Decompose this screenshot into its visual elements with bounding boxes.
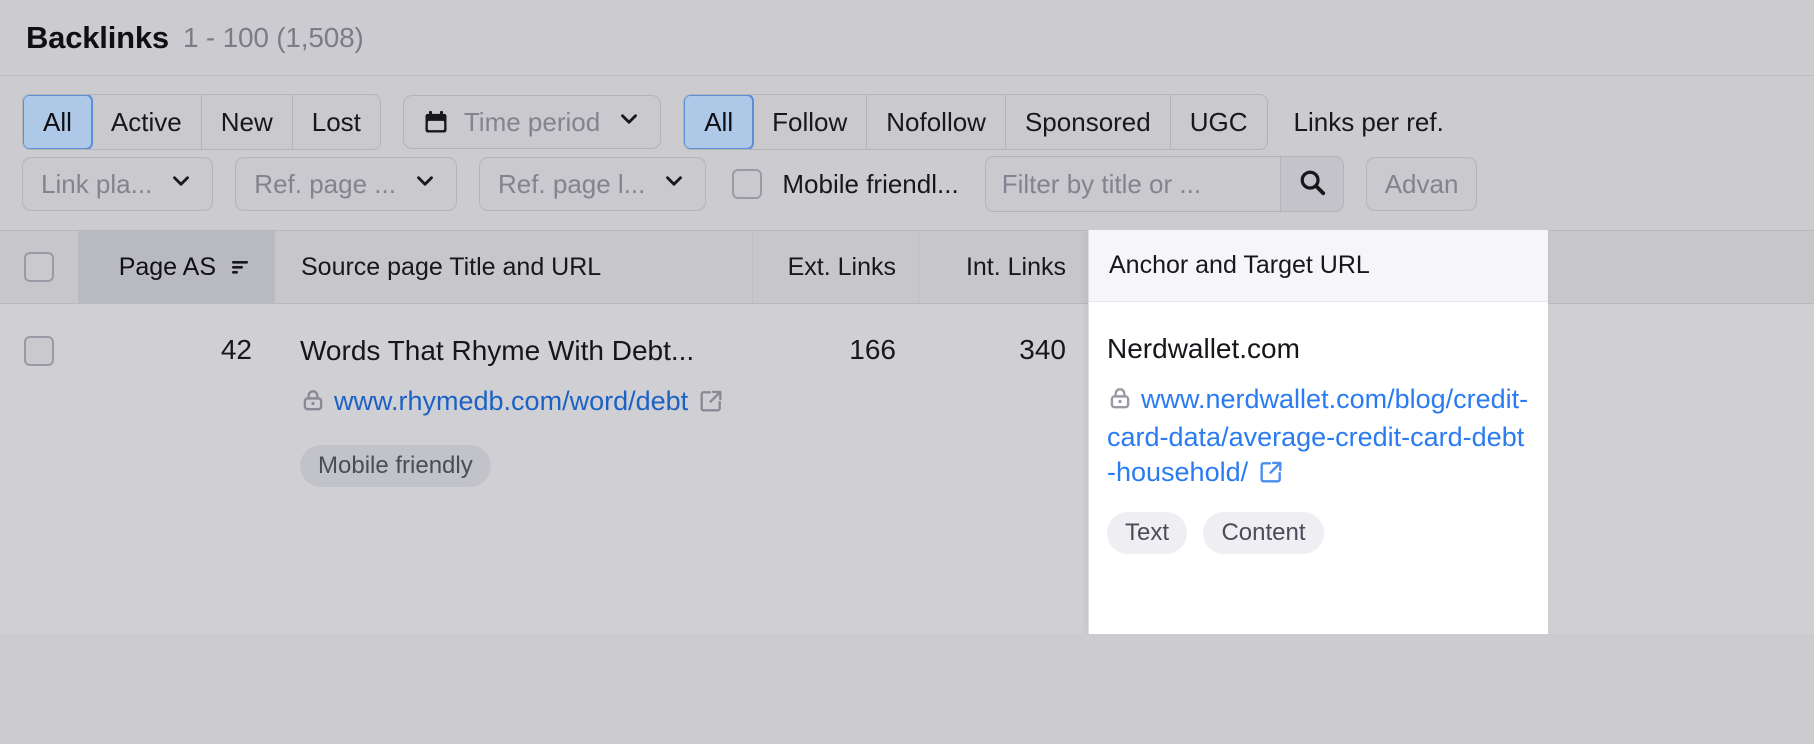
badge-text: Text: [1107, 512, 1188, 555]
target-url-domain: www.nerdwallet.com: [1141, 384, 1388, 415]
anchor-badges: Text Content: [1107, 494, 1530, 555]
link-placement-dropdown[interactable]: Link pla...: [22, 157, 214, 211]
search-input[interactable]: [985, 157, 1280, 211]
follow-option-sponsored[interactable]: Sponsored: [1006, 95, 1171, 149]
filter-row-secondary: Link pla... Ref. page ... Ref. page l...…: [22, 156, 1814, 212]
anchor-target-url-column: Anchor and Target URL Nerdwallet.com www…: [1088, 230, 1548, 634]
cell-page-as: 42: [220, 334, 252, 365]
follow-option-all[interactable]: All: [684, 95, 755, 149]
mobile-friendly-label: Mobile friendl...: [782, 168, 959, 199]
ref-page-dropdown[interactable]: Ref. page ...: [235, 157, 457, 211]
anchor-cell: Nerdwallet.com www.nerdwallet.com/blog/c…: [1089, 302, 1548, 555]
cell-source-page: Words That Rhyme With Debt... www.rhymed…: [274, 304, 752, 488]
calendar-icon: [422, 108, 450, 136]
filter-search-box[interactable]: [984, 156, 1344, 212]
external-link-icon[interactable]: [698, 388, 724, 423]
source-url-path: /word/debt: [562, 386, 689, 417]
source-page-url[interactable]: www.rhymedb.com/word/debt: [300, 384, 724, 423]
target-url[interactable]: www.nerdwallet.com/blog/credit-card-data…: [1107, 382, 1530, 494]
badge-content: Content: [1203, 512, 1324, 555]
row-select-checkbox[interactable]: [24, 336, 54, 366]
search-button[interactable]: [1279, 157, 1343, 211]
chevron-down-icon: [412, 168, 438, 201]
lock-icon: [1107, 385, 1133, 420]
source-badges: Mobile friendly: [300, 423, 724, 488]
select-all-cell[interactable]: [0, 231, 78, 303]
time-period-label: Time period: [463, 106, 601, 137]
advanced-filters-button[interactable]: Advan: [1365, 157, 1478, 211]
follow-segmented-control[interactable]: All Follow Nofollow Sponsored UGC: [683, 94, 1268, 150]
follow-option-ugc[interactable]: UGC: [1171, 95, 1267, 149]
lock-icon: [300, 387, 326, 422]
status-option-lost[interactable]: Lost: [293, 95, 380, 149]
follow-option-follow[interactable]: Follow: [753, 95, 868, 149]
search-icon: [1297, 167, 1327, 202]
mobile-friendly-filter[interactable]: Mobile friendl...: [732, 168, 959, 200]
follow-option-nofollow[interactable]: Nofollow: [867, 95, 1006, 149]
badge-mobile-friendly: Mobile friendly: [300, 445, 491, 488]
source-url-domain: www.rhymedb.com: [334, 386, 563, 417]
status-option-new[interactable]: New: [202, 95, 293, 149]
page-header: Backlinks 1 - 100 (1,508): [0, 0, 1814, 76]
status-segmented-control[interactable]: All Active New Lost: [22, 94, 381, 150]
ref-page-label: Ref. page ...: [254, 168, 396, 199]
column-header-page-as-label: Page AS: [118, 252, 216, 281]
select-all-checkbox[interactable]: [24, 252, 54, 282]
source-page-title[interactable]: Words That Rhyme With Debt...: [300, 334, 724, 368]
column-header-page-as[interactable]: Page AS: [78, 231, 274, 303]
ref-page-language-label: Ref. page l...: [497, 168, 646, 199]
column-header-int-links[interactable]: Int. Links: [918, 231, 1088, 303]
mobile-friendly-checkbox[interactable]: [732, 169, 763, 199]
column-header-source[interactable]: Source page Title and URL: [274, 231, 752, 303]
time-period-dropdown[interactable]: Time period: [402, 95, 662, 149]
filter-bar: All Active New Lost Time period All Foll…: [0, 76, 1814, 212]
chevron-down-icon: [168, 168, 194, 201]
chevron-down-icon: [616, 106, 642, 139]
row-select-cell[interactable]: [0, 304, 78, 366]
page-title: Backlinks: [26, 19, 169, 55]
ref-page-language-dropdown[interactable]: Ref. page l...: [478, 157, 707, 211]
status-option-all[interactable]: All: [22, 95, 93, 149]
column-header-anchor[interactable]: Anchor and Target URL: [1089, 230, 1548, 302]
backlinks-table: Page AS Source page Title and URL Ext. L…: [0, 230, 1814, 634]
cell-ext-links: 166: [849, 334, 896, 365]
status-option-active[interactable]: Active: [92, 95, 202, 149]
column-header-ext-links[interactable]: Ext. Links: [752, 231, 918, 303]
links-per-ref-label: Links per ref.: [1293, 106, 1444, 137]
filter-row-primary: All Active New Lost Time period All Foll…: [22, 94, 1814, 150]
anchor-text: Nerdwallet.com: [1107, 333, 1300, 364]
external-link-icon[interactable]: [1258, 459, 1284, 494]
link-placement-label: Link pla...: [41, 168, 153, 199]
page-count: 1 - 100 (1,508): [182, 21, 364, 53]
sort-icon[interactable]: [228, 255, 252, 279]
chevron-down-icon: [661, 168, 687, 201]
cell-int-links: 340: [1019, 334, 1066, 365]
